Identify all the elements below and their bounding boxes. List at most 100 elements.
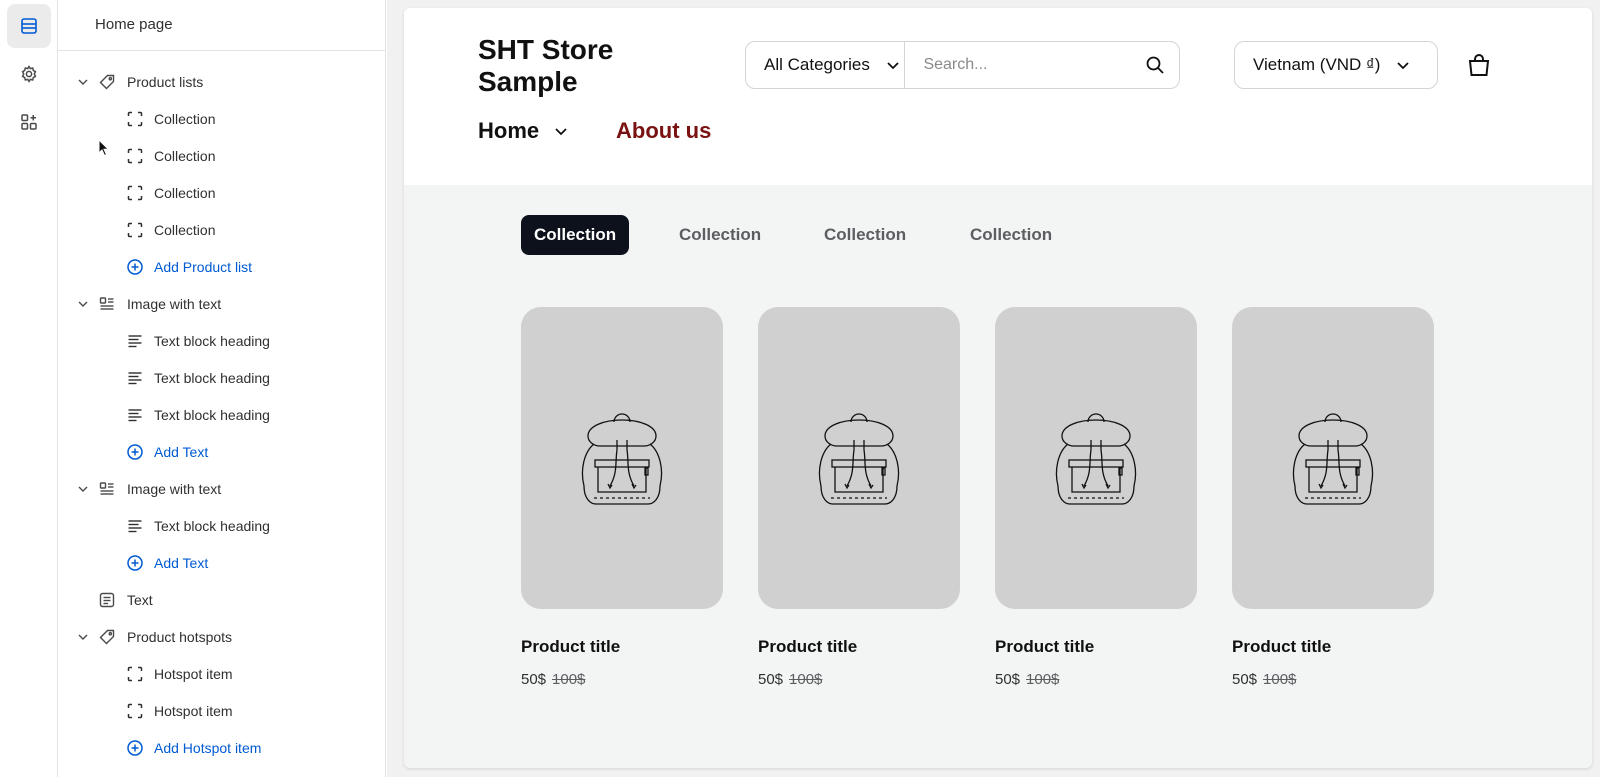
- section-product-hotspots[interactable]: Product hotspots: [72, 622, 232, 652]
- tree-item-label: Text block heading: [154, 333, 270, 349]
- product-compare-price: 100$: [789, 671, 823, 688]
- tag-icon: [96, 71, 118, 93]
- dashed-square-icon: [124, 700, 146, 722]
- collection-tab[interactable]: Collection: [666, 215, 774, 255]
- product-price: 50$: [521, 671, 547, 688]
- image-text-icon: [96, 293, 118, 315]
- product-image[interactable]: [521, 307, 723, 609]
- search-input[interactable]: [905, 42, 1131, 88]
- search-icon: [1146, 56, 1164, 74]
- backpack-placeholder-icon: [1055, 413, 1137, 505]
- gear-icon: [21, 65, 37, 83]
- image-text-icon: [96, 478, 118, 500]
- tree-item-label: Product hotspots: [127, 629, 233, 645]
- backpack-placeholder-icon: [581, 413, 663, 505]
- product-price-row: 50$ 100$: [995, 671, 1197, 688]
- text-box-icon: [96, 589, 118, 611]
- store-preview: SHT Store Sample All Categories Vietnam …: [404, 8, 1592, 768]
- panel-title: Home page: [58, 0, 385, 51]
- chevron-down-icon[interactable]: [72, 478, 94, 500]
- tree-item-label: Collection: [154, 222, 216, 238]
- section-text[interactable]: Text: [72, 585, 153, 615]
- cart-button[interactable]: [1464, 50, 1494, 80]
- product-card[interactable]: Product title 50$ 100$: [995, 307, 1197, 688]
- product-compare-price: 100$: [552, 671, 586, 688]
- product-title[interactable]: Product title: [758, 637, 960, 657]
- product-price: 50$: [758, 671, 784, 688]
- tag-icon: [96, 626, 118, 648]
- dashed-square-icon: [124, 182, 146, 204]
- product-price-row: 50$ 100$: [758, 671, 960, 688]
- currency-select[interactable]: Vietnam (VND ₫): [1234, 41, 1438, 89]
- add-text-button[interactable]: Add Text: [124, 548, 208, 578]
- tree-item-label: Hotspot item: [154, 703, 233, 719]
- backpack-placeholder-icon: [818, 413, 900, 505]
- chevron-down-icon[interactable]: [72, 626, 94, 648]
- block-text-block-heading[interactable]: Text block heading: [124, 363, 270, 393]
- block-collection[interactable]: Collection: [124, 104, 215, 134]
- product-price: 50$: [1232, 671, 1258, 688]
- collection-tab[interactable]: Collection: [521, 215, 630, 255]
- block-text-block-heading[interactable]: Text block heading: [124, 326, 270, 356]
- product-title[interactable]: Product title: [1232, 637, 1434, 657]
- chevron-down-icon[interactable]: [72, 71, 94, 93]
- tree-item-label: Collection: [154, 185, 216, 201]
- add-hotspot-item-button[interactable]: Add Hotspot item: [124, 733, 261, 763]
- section-product-lists[interactable]: Product lists: [72, 67, 203, 97]
- sections-panel: Home page Product lists Collection Collect…: [58, 0, 386, 777]
- collection-tab[interactable]: Collection: [957, 215, 1065, 255]
- product-card[interactable]: Product title 50$ 100$: [1232, 307, 1434, 688]
- store-header: SHT Store Sample All Categories Vietnam …: [404, 8, 1592, 185]
- tree-item-label: Add Text: [154, 444, 209, 460]
- chevron-down-icon: [553, 123, 569, 139]
- plus-circle-icon: [124, 737, 146, 759]
- tree-item-label: Text block heading: [154, 518, 270, 534]
- store-logo-title[interactable]: SHT Store Sample: [478, 34, 678, 98]
- product-title[interactable]: Product title: [995, 637, 1197, 657]
- block-text-block-heading[interactable]: Text block heading: [124, 511, 270, 541]
- dashed-square-icon: [124, 663, 146, 685]
- collection-tab[interactable]: Collection: [811, 215, 919, 255]
- dashed-square-icon: [124, 108, 146, 130]
- nav-about-us[interactable]: About us: [616, 118, 711, 144]
- add-product-list-button[interactable]: Add Product list: [124, 252, 252, 282]
- dashed-square-icon: [124, 145, 146, 167]
- tree-item-label: Text block heading: [154, 370, 270, 386]
- section-image-with-text[interactable]: Image with text: [72, 474, 221, 504]
- apps-icon: [21, 114, 37, 130]
- tree-item-label: Add Text: [154, 555, 209, 571]
- currency-select-label: Vietnam (VND ₫): [1253, 55, 1381, 74]
- product-price-row: 50$ 100$: [521, 671, 723, 688]
- sections-rail-button[interactable]: [7, 4, 51, 48]
- block-hotspot-item[interactable]: Hotspot item: [124, 696, 233, 726]
- dashed-square-icon: [124, 219, 146, 241]
- chevron-down-icon[interactable]: [72, 293, 94, 315]
- product-image[interactable]: [995, 307, 1197, 609]
- category-select-label: All Categories: [764, 55, 870, 74]
- product-price: 50$: [995, 671, 1021, 688]
- settings-rail-button[interactable]: [7, 52, 51, 96]
- plus-circle-icon: [124, 256, 146, 278]
- add-text-button[interactable]: Add Text: [124, 437, 208, 467]
- tree-item-label: Text: [127, 592, 153, 608]
- category-select[interactable]: All Categories: [746, 42, 906, 88]
- product-image[interactable]: [1232, 307, 1434, 609]
- tree-item-label: Add Hotspot item: [154, 740, 262, 756]
- mouse-cursor-icon: [98, 139, 110, 157]
- product-card[interactable]: Product title 50$ 100$: [521, 307, 723, 688]
- block-hotspot-item[interactable]: Hotspot item: [124, 659, 233, 689]
- tree-item-label: Collection: [154, 148, 216, 164]
- product-image[interactable]: [758, 307, 960, 609]
- product-title[interactable]: Product title: [521, 637, 723, 657]
- plus-circle-icon: [124, 441, 146, 463]
- search-button[interactable]: [1130, 42, 1179, 88]
- block-collection[interactable]: Collection: [124, 178, 215, 208]
- product-card[interactable]: Product title 50$ 100$: [758, 307, 960, 688]
- section-image-with-text[interactable]: Image with text: [72, 289, 221, 319]
- tree-item-label: Image with text: [127, 296, 222, 312]
- nav-home[interactable]: Home: [478, 118, 569, 144]
- apps-rail-button[interactable]: [7, 100, 51, 144]
- block-collection[interactable]: Collection: [124, 141, 215, 171]
- block-text-block-heading[interactable]: Text block heading: [124, 400, 270, 430]
- block-collection[interactable]: Collection: [124, 215, 215, 245]
